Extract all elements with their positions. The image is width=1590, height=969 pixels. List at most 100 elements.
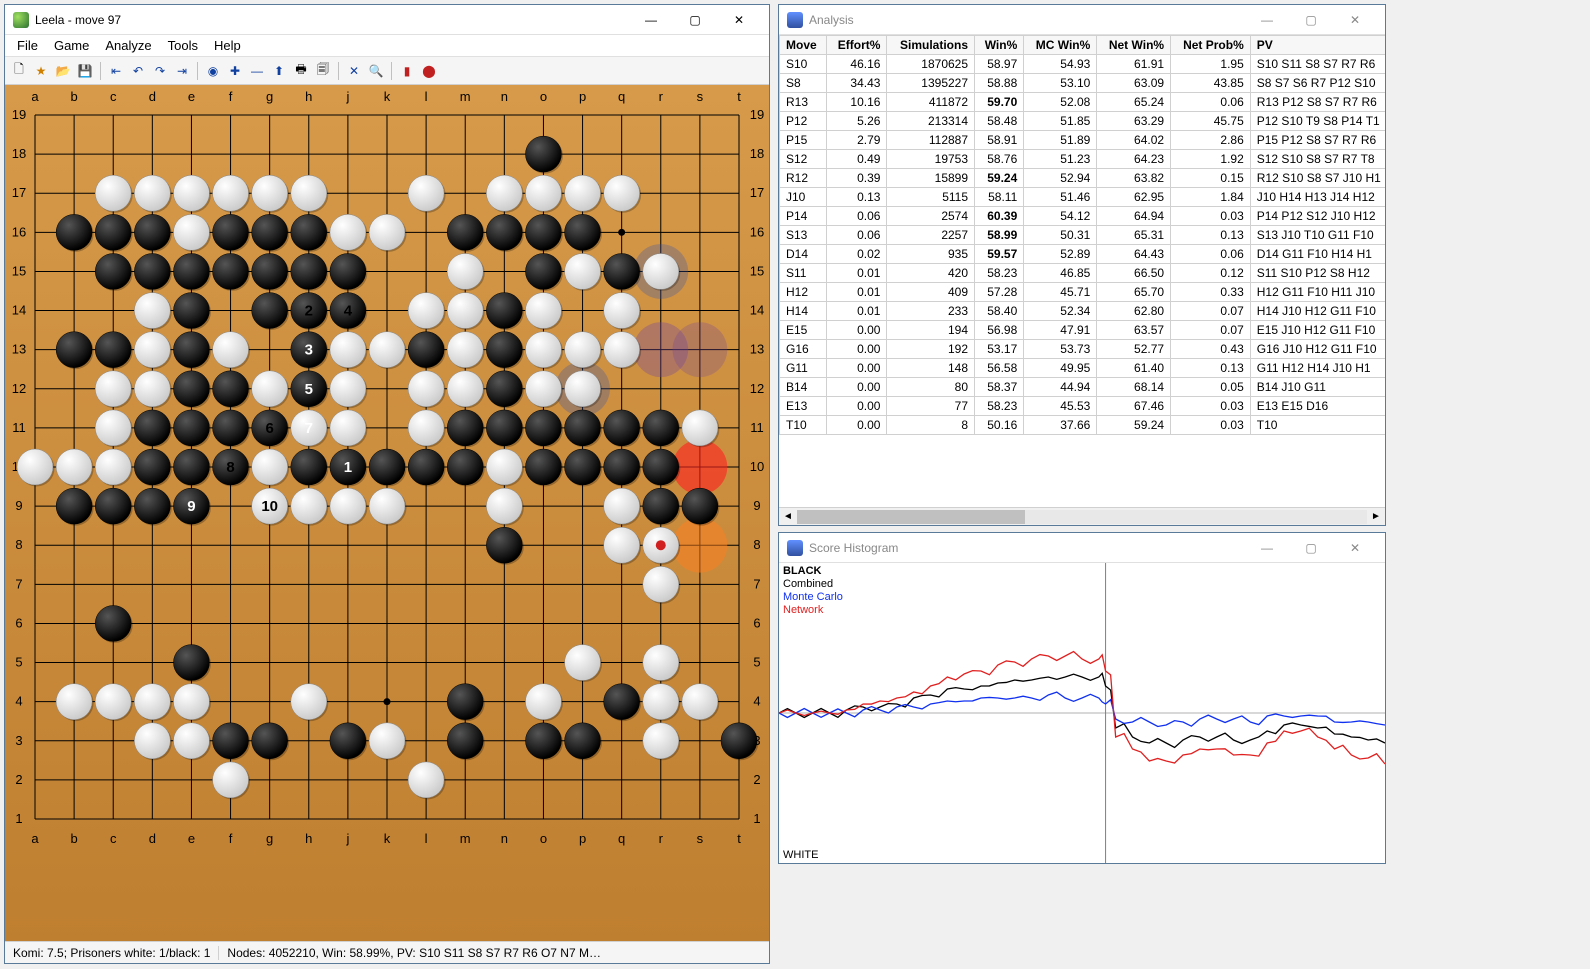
main-title: Leela - move 97 <box>35 13 629 27</box>
svg-text:1: 1 <box>753 811 760 826</box>
zoom-icon[interactable]: 🔍 <box>366 61 386 81</box>
svg-text:17: 17 <box>750 185 764 200</box>
analysis-row[interactable]: S834.43139522758.8853.1063.0943.85S8 S7 … <box>780 74 1386 93</box>
analysis-table[interactable]: MoveEffort%SimulationsWin%MC Win%Net Win… <box>779 35 1385 507</box>
svg-text:9: 9 <box>753 498 760 513</box>
analysis-row[interactable]: P140.06257460.3954.1264.940.03P14 P12 S1… <box>780 207 1386 226</box>
svg-text:q: q <box>618 831 625 846</box>
svg-text:d: d <box>149 89 156 104</box>
svg-text:4: 4 <box>344 303 353 320</box>
svg-text:m: m <box>460 89 471 104</box>
menu-analyze[interactable]: Analyze <box>97 36 159 55</box>
network-icon[interactable]: ⬤ <box>419 61 439 81</box>
menu-file[interactable]: File <box>9 36 46 55</box>
svg-text:19: 19 <box>750 107 764 122</box>
go-board[interactable]: aa1919bb1818cc1717dd1616ee1515ff1414gg13… <box>5 85 769 941</box>
analysis-row[interactable]: E130.007758.2345.5367.460.03E13 E15 D16 <box>780 397 1386 416</box>
svg-text:16: 16 <box>12 224 26 239</box>
svg-text:s: s <box>697 831 704 846</box>
analysis-row[interactable]: G160.0019253.1753.7352.770.43G16 J10 H12… <box>780 340 1386 359</box>
menu-game[interactable]: Game <box>46 36 97 55</box>
svg-text:t: t <box>737 831 741 846</box>
stop-icon[interactable]: ▮ <box>397 61 417 81</box>
analysis-row[interactable]: D140.0293559.5752.8964.430.06D14 G11 F10… <box>780 245 1386 264</box>
menu-help[interactable]: Help <box>206 36 249 55</box>
close-button[interactable]: ✕ <box>717 6 761 34</box>
toggle-analysis-icon[interactable]: ✕ <box>344 61 364 81</box>
resign-icon[interactable]: — <box>247 61 267 81</box>
analysis-row[interactable]: J100.13511558.1151.4662.951.84J10 H14 H1… <box>780 188 1386 207</box>
analysis-row[interactable]: T100.00850.1637.6659.240.03T10 <box>780 416 1386 435</box>
analysis-row[interactable]: H120.0140957.2845.7165.700.33H12 G11 F10… <box>780 283 1386 302</box>
histogram-minimize[interactable]: — <box>1245 534 1289 562</box>
analysis-row[interactable]: R120.391589959.2452.9463.820.15R12 S10 S… <box>780 169 1386 188</box>
svg-text:13: 13 <box>750 342 764 357</box>
analysis-row[interactable]: B140.008058.3744.9468.140.05B14 J10 G11 <box>780 378 1386 397</box>
svg-text:8: 8 <box>226 459 234 476</box>
svg-text:9: 9 <box>15 498 22 513</box>
histogram-maximize[interactable]: ▢ <box>1289 534 1333 562</box>
histogram-close[interactable]: ✕ <box>1333 534 1377 562</box>
main-titlebar[interactable]: Leela - move 97 — ▢ ✕ <box>5 5 769 35</box>
analysis-row[interactable]: S130.06225758.9950.3165.310.13S13 J10 T1… <box>780 226 1386 245</box>
svg-text:h: h <box>305 89 312 104</box>
svg-text:f: f <box>229 831 233 846</box>
save-icon[interactable]: 💾 <box>75 61 95 81</box>
menu-tools[interactable]: Tools <box>160 36 206 55</box>
svg-text:l: l <box>425 89 428 104</box>
undo-icon[interactable]: ↶ <box>128 61 148 81</box>
svg-text:e: e <box>188 89 195 104</box>
open-icon[interactable]: 📂 <box>53 61 73 81</box>
analysis-row[interactable]: P152.7911288758.9151.8964.022.86P15 P12 … <box>780 131 1386 150</box>
analysis-row[interactable]: G110.0014856.5849.9561.400.13G11 H12 H14… <box>780 359 1386 378</box>
svg-text:a: a <box>31 89 39 104</box>
scroll-thumb[interactable] <box>797 510 1025 524</box>
pass-icon[interactable]: ✚ <box>225 61 245 81</box>
analysis-maximize[interactable]: ▢ <box>1289 6 1333 34</box>
statusbar: Komi: 7.5; Prisoners white: 1/black: 1 N… <box>5 941 769 963</box>
minimize-button[interactable]: — <box>629 6 673 34</box>
analysis-row[interactable]: S110.0142058.2346.8566.500.12S11 S10 P12… <box>780 264 1386 283</box>
last-icon[interactable]: ⇥ <box>172 61 192 81</box>
analysis-titlebar[interactable]: Analysis — ▢ ✕ <box>779 5 1385 35</box>
histogram-canvas[interactable]: BLACK Combined Monte Carlo Network WHITE <box>779 563 1385 863</box>
svg-text:c: c <box>110 89 117 104</box>
svg-text:17: 17 <box>12 185 26 200</box>
menubar: File Game Analyze Tools Help <box>5 35 769 57</box>
analysis-row[interactable]: S120.491975358.7651.2364.231.92S12 S10 S… <box>780 150 1386 169</box>
force-icon[interactable]: ◉ <box>203 61 223 81</box>
svg-text:8: 8 <box>753 537 760 552</box>
analysis-horizontal-scrollbar[interactable]: ◄ ► <box>779 507 1385 525</box>
svg-text:2: 2 <box>15 772 22 787</box>
print-icon[interactable]: 🖶 <box>291 61 311 81</box>
svg-text:4: 4 <box>15 694 22 709</box>
redo-icon[interactable]: ↷ <box>150 61 170 81</box>
svg-text:6: 6 <box>753 615 760 630</box>
copy-icon[interactable]: 🗐 <box>313 61 333 81</box>
histogram-icon <box>787 540 803 556</box>
toolbar: 🗋 ★ 📂 💾 ⇤ ↶ ↷ ⇥ ◉ ✚ — ⬆ 🖶 🗐 ✕ 🔍 ▮ ⬤ <box>5 57 769 85</box>
rated-icon[interactable]: ★ <box>31 61 51 81</box>
svg-text:5: 5 <box>15 655 22 670</box>
analysis-close[interactable]: ✕ <box>1333 6 1377 34</box>
scroll-right-icon[interactable]: ► <box>1367 511 1385 522</box>
analysis-minimize[interactable]: — <box>1245 6 1289 34</box>
scroll-left-icon[interactable]: ◄ <box>779 511 797 522</box>
first-icon[interactable]: ⇤ <box>106 61 126 81</box>
svg-text:10: 10 <box>261 498 278 515</box>
histogram-titlebar[interactable]: Score Histogram — ▢ ✕ <box>779 533 1385 563</box>
analysis-row[interactable]: H140.0123358.4052.3462.800.07H14 J10 H12… <box>780 302 1386 321</box>
analysis-row[interactable]: E150.0019456.9847.9163.570.07E15 J10 H12… <box>780 321 1386 340</box>
svg-text:c: c <box>110 831 117 846</box>
new-icon[interactable]: 🗋 <box>9 61 29 81</box>
score-icon[interactable]: ⬆ <box>269 61 289 81</box>
analysis-row[interactable]: P125.2621331458.4851.8563.2945.75P12 S10… <box>780 112 1386 131</box>
svg-text:3: 3 <box>15 733 22 748</box>
svg-text:j: j <box>345 89 349 104</box>
svg-text:b: b <box>70 89 77 104</box>
analysis-row[interactable]: R1310.1641187259.7052.0865.240.06R13 P12… <box>780 93 1386 112</box>
maximize-button[interactable]: ▢ <box>673 6 717 34</box>
svg-text:3: 3 <box>305 342 313 359</box>
analysis-row[interactable]: S1046.16187062558.9754.9361.911.95S10 S1… <box>780 55 1386 74</box>
svg-text:k: k <box>384 831 391 846</box>
